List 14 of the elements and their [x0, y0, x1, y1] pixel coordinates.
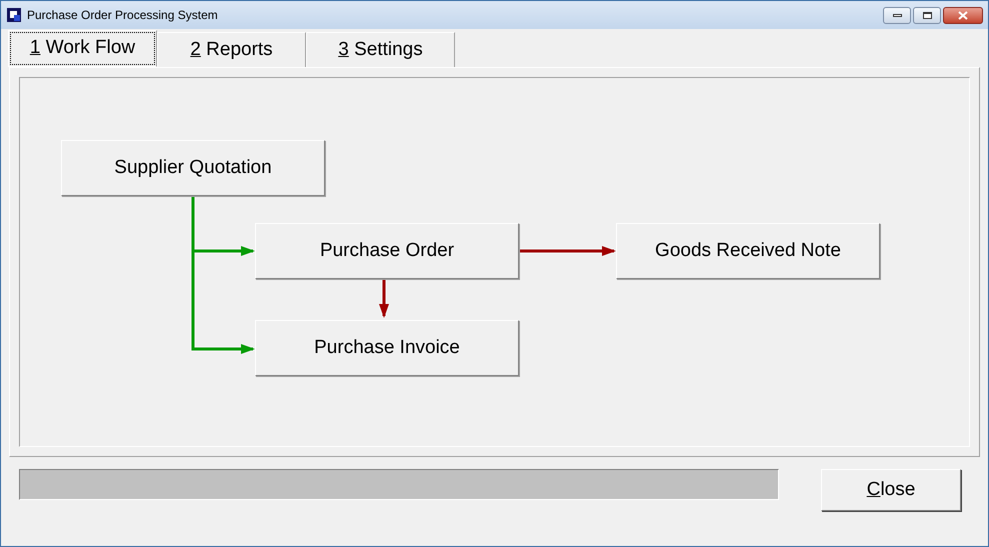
- workflow-node[interactable]: Purchase Order: [255, 223, 519, 279]
- tab[interactable]: 1 Work Flow: [8, 30, 157, 67]
- close-button[interactable]: Close: [821, 469, 961, 511]
- workflow-node[interactable]: Purchase Invoice: [255, 320, 519, 376]
- maximize-button[interactable]: [913, 6, 941, 24]
- close-icon: [958, 10, 968, 20]
- workflow-node[interactable]: Supplier Quotation: [61, 140, 325, 196]
- window-title: Purchase Order Processing System: [27, 7, 218, 24]
- app-icon: [6, 7, 22, 23]
- tab[interactable]: 3 Settings: [306, 32, 455, 67]
- tab[interactable]: 2 Reports: [157, 32, 306, 67]
- minimize-button[interactable]: [883, 6, 911, 24]
- close-window-button[interactable]: [943, 6, 983, 24]
- workflow-node[interactable]: Goods Received Note: [616, 223, 880, 279]
